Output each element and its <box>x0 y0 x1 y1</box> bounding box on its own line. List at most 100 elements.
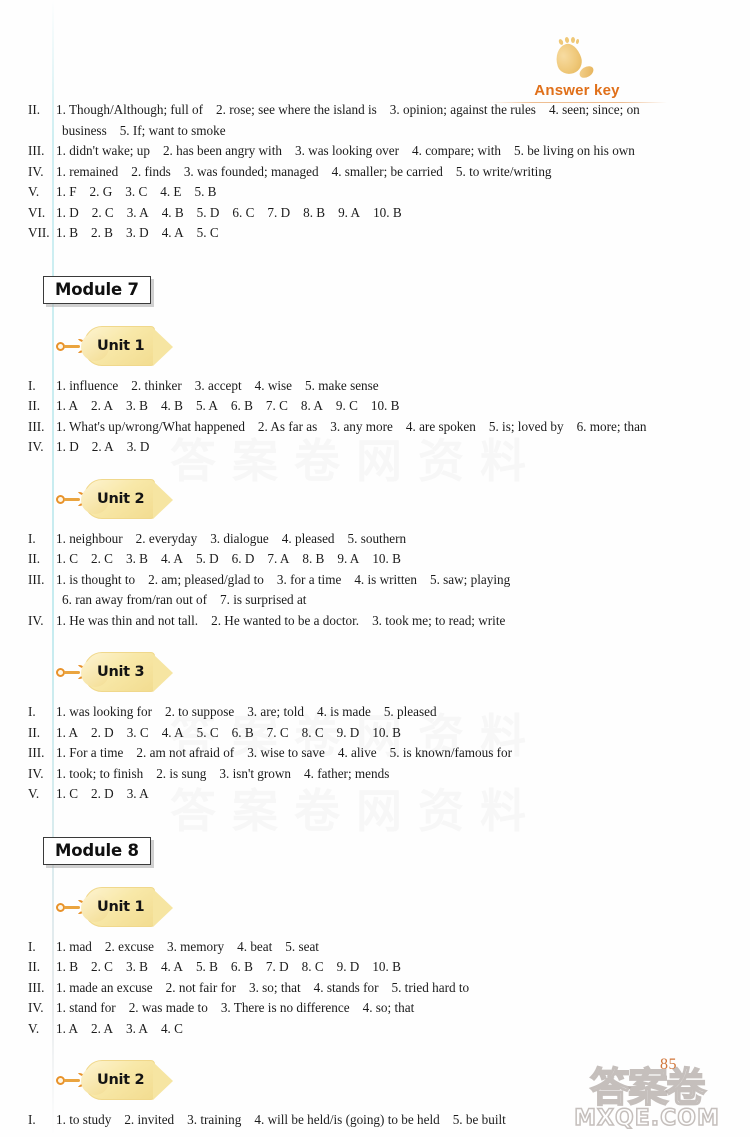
answer-line-numeral: III. <box>28 418 45 434</box>
answer-item: 1. For a time <box>56 745 124 760</box>
answer-line-items: 1. B 2. B 3. D 4. A 5. C <box>56 223 712 243</box>
answer-item: 1. stand for <box>56 1000 116 1015</box>
answer-item: 3. A <box>126 204 149 220</box>
answer-item: 1. A <box>56 1020 78 1036</box>
answer-line-items: 1. D 2. C 3. A 4. B 5. D 6. C 7. D 8. B 9. A 10. … <box>56 203 712 223</box>
unit-heading: Unit 3 <box>28 652 712 696</box>
answer-item: 2. am; pleased/glad to <box>148 571 264 587</box>
answer-item: 8. B <box>302 551 325 566</box>
answer-item: 2. everyday <box>135 530 198 546</box>
answer-line-items: 1. He was thin and not tall. 2. He wanted… <box>56 611 712 631</box>
answer-item: 5. D <box>195 551 219 566</box>
unit-badge: Unit 1 <box>56 886 174 927</box>
unit-label: Unit 1 <box>97 898 145 915</box>
answer-item: 2. D <box>90 724 114 740</box>
answer-item: 1. was looking for <box>56 704 152 719</box>
answer-item: 5. be living on his own <box>514 143 635 158</box>
answer-line-continuation: business 5. If; want to smoke <box>28 121 712 141</box>
answer-line-numeral: III. <box>28 745 45 760</box>
answer-item: 4. alive <box>337 745 377 760</box>
answer-item: 8. C <box>301 724 324 740</box>
unit-tag-shape: Unit 2 <box>81 478 174 519</box>
footprint-icon <box>546 36 608 84</box>
answer-item: 2. rose; see where the island is <box>216 102 377 117</box>
answer-line-items: 1. A 2. A 3. B 4. B 5. A 6. B 7. C 8. A 9. C 10. … <box>56 396 712 416</box>
answer-line-items: 1. took; to finish 2. is sung 3. isn't gro… <box>56 764 712 784</box>
unit-heading: Unit 1 <box>28 325 712 370</box>
answer-item: 1. F <box>56 184 77 199</box>
answer-item: 2. thinker <box>131 377 182 393</box>
answer-item: 1. C <box>56 551 78 566</box>
answer-item: 9. D <box>336 959 360 974</box>
answer-item: 3. took me; to read; write <box>372 612 506 628</box>
answer-item: 4. C <box>160 1020 183 1036</box>
answer-line: I. 1. influence 2. thinker 3. accept 4. wise… <box>28 376 712 396</box>
answer-line-items: 1. remained 2. finds 3. was founded; manag… <box>56 162 712 182</box>
answer-line-items: 1. didn't wake; up 2. has been angry with… <box>56 141 712 161</box>
answer-item: 3. D <box>125 225 149 240</box>
answer-item: 2. He wanted to be a doctor. <box>211 612 360 628</box>
answer-item: 5. southern <box>347 530 407 546</box>
answer-line-numeral: I. <box>28 938 36 954</box>
answer-line: III. 1. What's up/wrong/What happened 2. A… <box>28 417 712 437</box>
answer-key-header: Answer key <box>482 36 672 103</box>
answer-item: 5. be built <box>452 1112 506 1127</box>
answer-line-items: 1. B 2. C 3. B 4. A 5. B 6. B 7. D 8. C 9. D 10. … <box>56 957 712 977</box>
answer-item: 4. seen; since; on <box>548 102 640 117</box>
answer-item: 1. A <box>56 398 78 413</box>
answer-item: 4. are spoken <box>405 418 476 434</box>
answer-item: 2. was made to <box>128 1000 208 1015</box>
answer-item: 5. B <box>195 959 218 974</box>
answer-content: II. 1. Though/Although; full of 2. rose; s… <box>28 100 712 1131</box>
answer-item: 4. smaller; be carried <box>331 163 443 179</box>
answer-line-numeral: V. <box>28 786 40 801</box>
answer-line-items: 1. mad 2. excuse 3. memory 4. beat 5. seat <box>56 937 712 957</box>
answer-item: 5. make sense <box>305 377 379 393</box>
answer-line-items: 1. A 2. D 3. C 4. A 5. C 6. B 7. C 8. C 9. D 10. … <box>56 723 712 743</box>
answer-item: 7. D <box>265 959 289 974</box>
answer-item: 10. B <box>373 204 402 220</box>
answer-item: 1. Though/Although; full of <box>56 102 204 117</box>
answer-item: 5. is known/famous for <box>389 745 513 760</box>
answer-item: 3. isn't grown <box>219 765 292 781</box>
answer-line: V. 1. A 2. A 3. A 4. C <box>28 1019 712 1039</box>
answer-item: 8. B <box>303 204 326 220</box>
answer-item: 4. beat <box>237 938 273 954</box>
answer-item: 3. dialogue <box>210 530 269 546</box>
answer-item: 4. B <box>161 204 184 220</box>
answer-line: II. 1. Though/Although; full of 2. rose; s… <box>28 100 712 120</box>
answer-item: 5. seat <box>285 938 319 954</box>
answer-item: 1. What's up/wrong/What happened <box>56 418 245 434</box>
unit-heading: Unit 2 <box>28 1060 712 1104</box>
answer-line-items: 1. neighbour 2. everyday 3. dialogue 4. ple… <box>56 529 712 549</box>
answer-item: 8. C <box>301 959 324 974</box>
answer-item: 4. compare; with <box>412 143 502 158</box>
answer-line-numeral: II. <box>28 724 41 740</box>
unit-tag-shape: Unit 1 <box>81 325 174 366</box>
answer-item: 4. A <box>160 551 183 566</box>
answer-item: 6. more; than <box>576 418 647 434</box>
answer-item: 5. tried hard to <box>391 979 470 995</box>
unit-label: Unit 2 <box>97 490 145 507</box>
unit-label: Unit 1 <box>97 337 145 354</box>
answer-item: 1. is thought to <box>56 571 136 587</box>
answer-item: 2. not fair for <box>165 979 236 995</box>
answer-line: I. 1. was looking for 2. to suppose 3. are;… <box>28 702 712 722</box>
answer-item: 5. C <box>196 724 219 740</box>
answer-item: 9. D <box>336 724 360 740</box>
answer-item: 4. will be held/is (going) to be held <box>254 1112 440 1127</box>
answer-item: 1. D <box>56 204 79 220</box>
answer-item: 2. is sung <box>156 765 207 781</box>
answer-item: 4. father; mends <box>304 765 390 781</box>
answer-line-numeral: IV. <box>28 612 44 628</box>
answer-item: 10. B <box>372 551 401 566</box>
answer-line-items: 1. stand for 2. was made to 3. There is no… <box>56 998 712 1018</box>
answer-item: 1. C <box>56 786 78 801</box>
answer-item: 3. wise to save <box>247 745 325 760</box>
answer-item: 3. A <box>126 786 149 801</box>
answer-item: 7. is surprised at <box>220 592 307 607</box>
answer-item: 1. didn't wake; up <box>56 143 150 158</box>
answer-line-items: 1. For a time 2. am not afraid of 3. wise … <box>56 743 712 763</box>
answer-item: business <box>62 122 107 138</box>
answer-line-numeral: III. <box>28 143 45 158</box>
